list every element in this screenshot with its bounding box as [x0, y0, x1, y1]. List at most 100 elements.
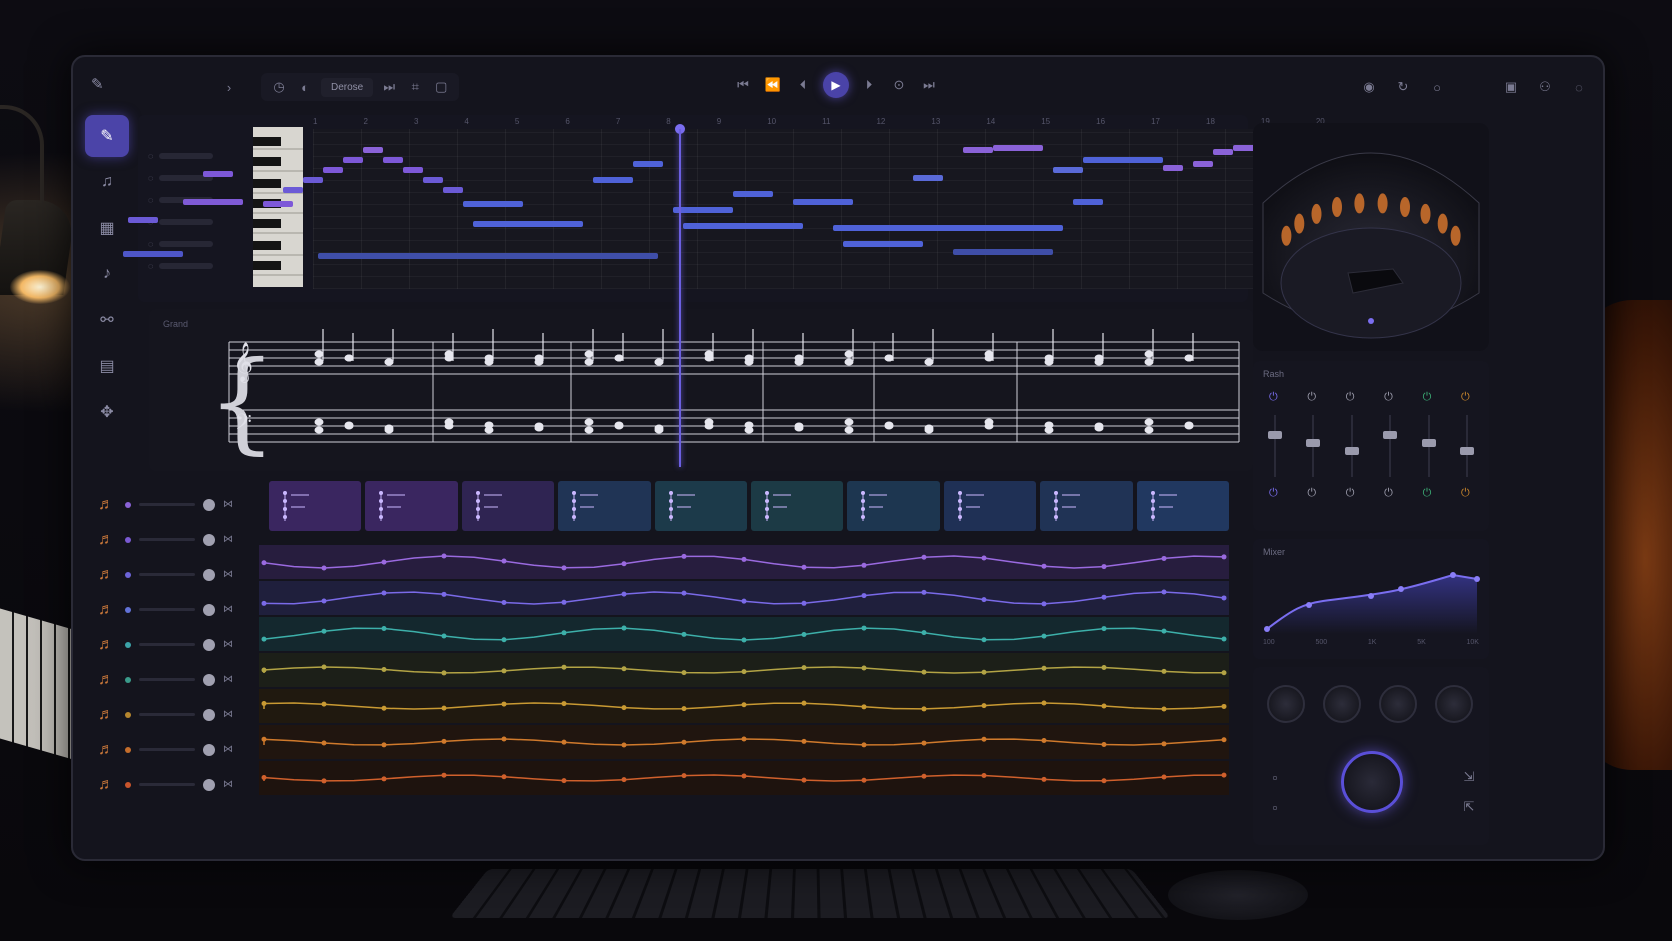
master-volume-knob[interactable]: [1341, 751, 1403, 813]
fader-handle[interactable]: [1306, 439, 1321, 447]
knob[interactable]: [1267, 685, 1305, 723]
save-icon[interactable]: ▣: [1501, 77, 1521, 97]
piano-keyboard[interactable]: [253, 127, 303, 287]
track-fader[interactable]: [139, 643, 195, 646]
mute-icon[interactable]: ⋈: [223, 499, 233, 510]
power-icon[interactable]: ⏻: [1307, 391, 1316, 404]
snap-icon[interactable]: ⌗: [405, 77, 425, 97]
pencil-tool-button[interactable]: ✎: [85, 115, 129, 157]
power-icon[interactable]: ⏻: [1307, 487, 1316, 500]
small-toggle-icon[interactable]: ▫: [1265, 767, 1285, 787]
track-fader[interactable]: [139, 608, 195, 611]
track-fader[interactable]: [139, 783, 195, 786]
small-toggle-icon[interactable]: ⇱: [1459, 797, 1479, 817]
midi-note[interactable]: [128, 217, 158, 223]
track-pan-knob[interactable]: [203, 673, 215, 686]
mute-icon[interactable]: ⋈: [223, 779, 233, 790]
mute-icon[interactable]: ⋈: [223, 709, 233, 720]
quantize-icon[interactable]: ▢: [431, 77, 451, 97]
clip-block[interactable]: [654, 481, 748, 531]
midi-note[interactable]: [473, 221, 583, 227]
mute-icon[interactable]: ⋈: [223, 639, 233, 650]
midi-note[interactable]: [383, 157, 403, 163]
automation-lanes[interactable]: [259, 545, 1289, 795]
power-icon[interactable]: ⏻: [1269, 391, 1278, 404]
power-icon[interactable]: ⏻: [1384, 487, 1393, 500]
midi-note[interactable]: [953, 249, 1053, 255]
settings-icon[interactable]: ○: [1427, 77, 1447, 97]
undo-icon[interactable]: ↻: [1393, 77, 1413, 97]
track-pan-knob[interactable]: [203, 533, 215, 546]
skip-back-icon[interactable]: ⏮: [733, 75, 753, 95]
track-header[interactable]: ♬ ⋈: [87, 522, 267, 557]
clip-block[interactable]: [943, 481, 1037, 531]
track-header[interactable]: ♬ ⋈: [87, 557, 267, 592]
clip-block[interactable]: [461, 481, 555, 531]
skip-end-icon[interactable]: ⏭: [919, 75, 939, 95]
track-header[interactable]: ♬ ⋈: [87, 592, 267, 627]
fader-handle[interactable]: [1421, 439, 1436, 447]
midi-note[interactable]: [463, 201, 523, 207]
track-header[interactable]: ♬ ⋈: [87, 627, 267, 662]
grid-tool-button[interactable]: ▦: [85, 207, 129, 249]
rewind-icon[interactable]: ⏴: [793, 75, 813, 95]
track-pan-knob[interactable]: [203, 568, 215, 581]
piano-roll-grid[interactable]: [123, 129, 1325, 289]
power-icon[interactable]: ⏻: [1346, 487, 1355, 500]
power-icon[interactable]: ⏻: [1384, 391, 1393, 404]
clef-tool-button[interactable]: ♪: [85, 253, 129, 295]
midi-note[interactable]: [1193, 161, 1213, 167]
clip-block[interactable]: [558, 481, 651, 531]
track-fader[interactable]: [139, 503, 195, 506]
power-icon[interactable]: ⏻: [1423, 487, 1432, 500]
track-pan-knob[interactable]: [203, 498, 215, 511]
fader-handle[interactable]: [1459, 447, 1474, 455]
play-button[interactable]: ▶: [823, 72, 849, 98]
power-icon[interactable]: ⏻: [1269, 487, 1278, 500]
midi-note[interactable]: [633, 161, 663, 167]
link-tool-button[interactable]: ⚯: [85, 299, 129, 341]
midi-note[interactable]: [1213, 149, 1233, 155]
knob[interactable]: [1435, 685, 1473, 723]
metronome-icon[interactable]: ◷: [269, 77, 289, 97]
midi-note[interactable]: [1053, 167, 1083, 173]
midi-note[interactable]: [1073, 199, 1103, 205]
midi-note[interactable]: [323, 167, 343, 173]
track-fader[interactable]: [139, 538, 195, 541]
list-item[interactable]: ◌: [148, 145, 258, 167]
midi-note[interactable]: [303, 177, 323, 183]
track-pan-knob[interactable]: [203, 638, 215, 651]
fader-handle[interactable]: [1268, 431, 1282, 439]
track-fader[interactable]: [139, 678, 195, 681]
mute-icon[interactable]: ⋈: [223, 674, 233, 685]
small-toggle-icon[interactable]: ⇲: [1459, 767, 1479, 787]
track-fader[interactable]: [139, 748, 195, 751]
midi-note[interactable]: [843, 241, 923, 247]
clip-block[interactable]: [269, 481, 362, 531]
knob[interactable]: [1379, 685, 1417, 723]
midi-note[interactable]: [833, 225, 1063, 231]
midi-note[interactable]: [733, 191, 773, 197]
record-mode-icon[interactable]: ⏭: [379, 77, 399, 97]
help-icon[interactable]: ◌: [1569, 77, 1589, 97]
midi-note[interactable]: [403, 167, 423, 173]
track-pan-knob[interactable]: [203, 743, 215, 756]
clip-block[interactable]: [847, 481, 940, 531]
midi-note[interactable]: [673, 207, 733, 213]
midi-note[interactable]: [318, 253, 658, 259]
mute-icon[interactable]: ⋈: [223, 744, 233, 755]
clip-block[interactable]: [1040, 481, 1133, 531]
midi-note[interactable]: [993, 145, 1043, 151]
knob[interactable]: [1323, 685, 1361, 723]
midi-note[interactable]: [263, 201, 293, 207]
mute-icon[interactable]: ⋈: [223, 604, 233, 615]
midi-note[interactable]: [1083, 157, 1163, 163]
power-icon[interactable]: ⏻: [1461, 391, 1470, 404]
track-header[interactable]: ♬ ⋈: [87, 732, 267, 767]
midi-note[interactable]: [593, 177, 633, 183]
midi-note[interactable]: [443, 187, 463, 193]
track-pan-knob[interactable]: [203, 708, 215, 721]
fast-forward-icon[interactable]: ⏵: [859, 75, 879, 95]
midi-note[interactable]: [963, 147, 993, 153]
clip-block[interactable]: [365, 481, 458, 531]
